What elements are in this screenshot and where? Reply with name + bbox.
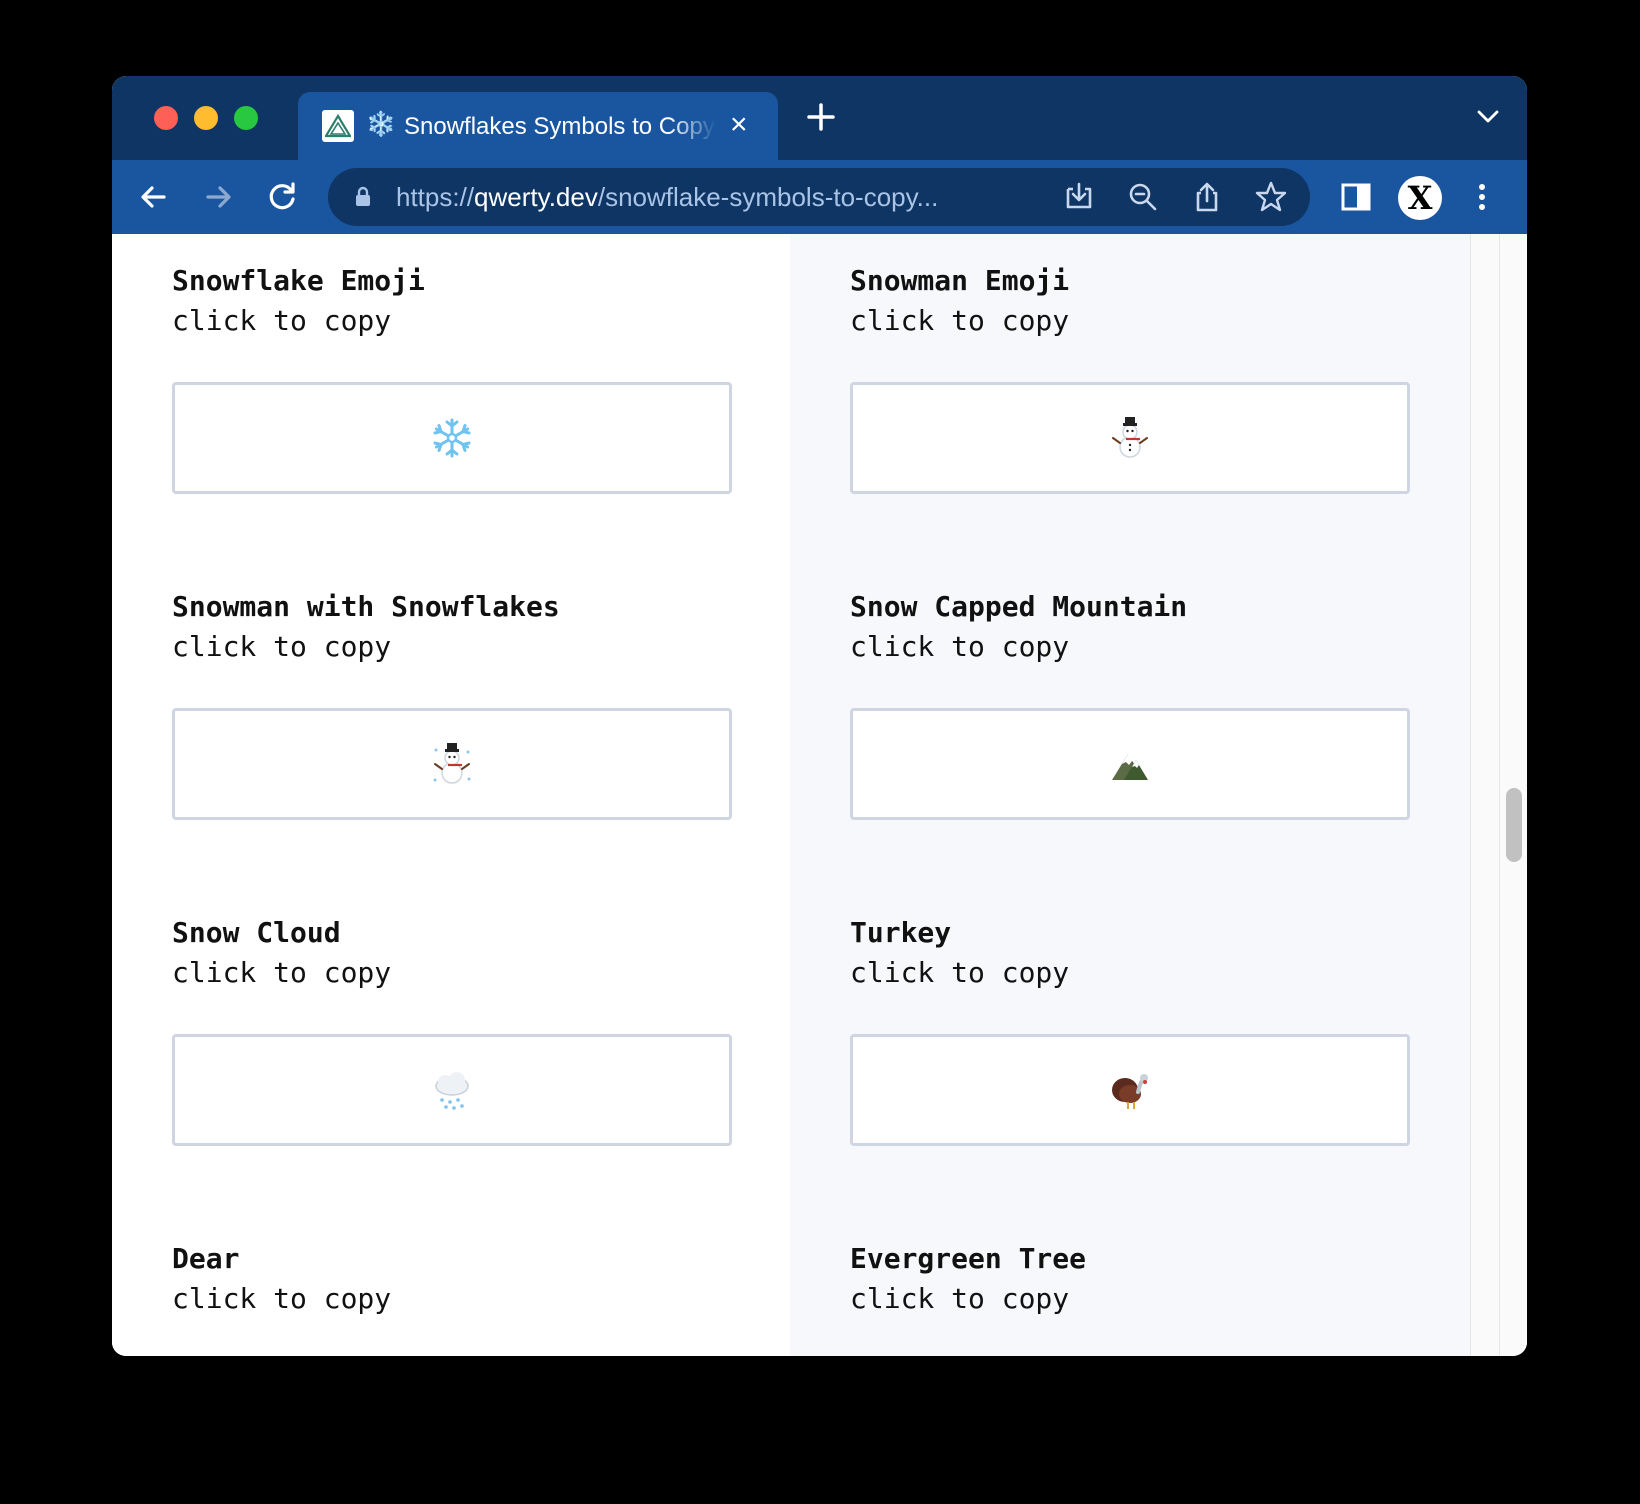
share-button[interactable] xyxy=(1190,180,1224,214)
new-tab-button[interactable] xyxy=(804,100,838,139)
tab-search-button[interactable] xyxy=(1477,110,1499,129)
plus-icon xyxy=(807,103,835,131)
card-subtitle: click to copy xyxy=(172,304,392,337)
zoom-out-icon xyxy=(1129,183,1157,211)
copy-box[interactable] xyxy=(850,708,1410,820)
card-title: Evergreen Tree xyxy=(850,1242,1087,1275)
forward-button[interactable] xyxy=(200,179,236,215)
card-subtitle: click to copy xyxy=(172,956,392,989)
site-favicon-icon xyxy=(322,110,354,142)
snowman-icon xyxy=(1112,417,1148,458)
scrollbar-thumb[interactable] xyxy=(1506,788,1522,862)
symbol-card: Snowman with Snowflakes click to copy xyxy=(172,590,732,820)
card-title: Snow Cloud xyxy=(172,916,341,949)
symbol-card: Snowman Emoji click to copy xyxy=(850,264,1410,494)
card-title: Snowman with Snowflakes xyxy=(172,590,560,623)
card-subtitle: click to copy xyxy=(172,1282,392,1315)
zoom-window-button[interactable] xyxy=(234,106,258,130)
close-window-button[interactable] xyxy=(154,106,178,130)
lock-icon[interactable] xyxy=(354,186,372,208)
profile-avatar[interactable]: X xyxy=(1398,176,1442,220)
side-panel-icon xyxy=(1341,183,1371,211)
copy-box[interactable] xyxy=(172,382,732,494)
url-text: https://qwerty.dev/snowflake-symbols-to-… xyxy=(396,182,1036,212)
browser-menu-button[interactable] xyxy=(1464,179,1500,215)
back-arrow-icon xyxy=(141,186,166,208)
card-subtitle: click to copy xyxy=(850,1282,1070,1315)
active-tab[interactable]: ❄️ Snowflakes Symbols to Copy × xyxy=(298,92,778,160)
card-title: Snowflake Emoji xyxy=(172,264,425,297)
card-title: Snow Capped Mountain xyxy=(850,590,1188,623)
browser-window: ❄️ Snowflakes Symbols to Copy × https://… xyxy=(112,76,1527,1356)
card-subtitle: click to copy xyxy=(850,630,1070,663)
snowman-with-snow-icon xyxy=(433,743,471,784)
tab-bar: ❄️ Snowflakes Symbols to Copy × xyxy=(112,76,1527,160)
card-subtitle: click to copy xyxy=(172,630,392,663)
copy-box[interactable] xyxy=(172,1034,732,1146)
install-app-button[interactable] xyxy=(1062,180,1096,214)
copy-box[interactable] xyxy=(172,708,732,820)
symbol-card: Snow Capped Mountain click to copy xyxy=(850,590,1410,820)
card-title: Dear xyxy=(172,1242,240,1275)
bookmark-button[interactable] xyxy=(1254,180,1288,214)
tab-close-icon[interactable]: × xyxy=(730,110,748,140)
snow-capped-mountain-icon xyxy=(1112,754,1148,780)
url-host: qwerty.dev xyxy=(474,182,598,212)
card-title: Turkey xyxy=(850,916,952,949)
reload-icon xyxy=(269,182,295,210)
zoom-button[interactable] xyxy=(1126,180,1160,214)
minimize-window-button[interactable] xyxy=(194,106,218,130)
address-bar[interactable]: https://qwerty.dev/snowflake-symbols-to-… xyxy=(328,168,1310,226)
symbol-card: Turkey click to copy xyxy=(850,916,1410,1146)
kebab-menu-icon xyxy=(1479,184,1485,210)
copy-box[interactable] xyxy=(850,1034,1410,1146)
symbol-card: Evergreen Tree click to copy xyxy=(850,1242,1410,1316)
install-app-icon xyxy=(1066,182,1092,209)
url-path: /snowflake-symbols-to-copy... xyxy=(597,182,939,212)
forward-arrow-icon xyxy=(206,186,231,208)
back-button[interactable] xyxy=(136,179,172,215)
side-panel-button[interactable] xyxy=(1338,179,1374,215)
tab-snowflake-icon: ❄️ xyxy=(366,111,396,138)
symbol-card: Snowflake Emoji click to copy xyxy=(172,264,732,494)
symbol-card: Snow Cloud click to copy xyxy=(172,916,732,1146)
snowflake-icon xyxy=(433,418,471,458)
copy-box[interactable] xyxy=(850,382,1410,494)
url-scheme: https:// xyxy=(396,182,475,212)
card-subtitle: click to copy xyxy=(850,956,1070,989)
card-title: Snowman Emoji xyxy=(850,264,1070,297)
reload-button[interactable] xyxy=(264,179,300,215)
page-content: Snowflake Emoji click to copy Snowman Em… xyxy=(112,234,1527,1356)
turkey-icon xyxy=(1112,1074,1148,1109)
bookmark-star-icon xyxy=(1255,181,1287,212)
chevron-down-icon xyxy=(1477,110,1499,123)
tab-title: Snowflakes Symbols to Copy xyxy=(404,113,715,140)
browser-toolbar: https://qwerty.dev/snowflake-symbols-to-… xyxy=(112,160,1527,234)
card-subtitle: click to copy xyxy=(850,304,1070,337)
snow-cloud-icon xyxy=(435,1072,469,1110)
symbol-card: Dear click to copy xyxy=(172,1242,732,1316)
share-icon xyxy=(1196,182,1218,212)
